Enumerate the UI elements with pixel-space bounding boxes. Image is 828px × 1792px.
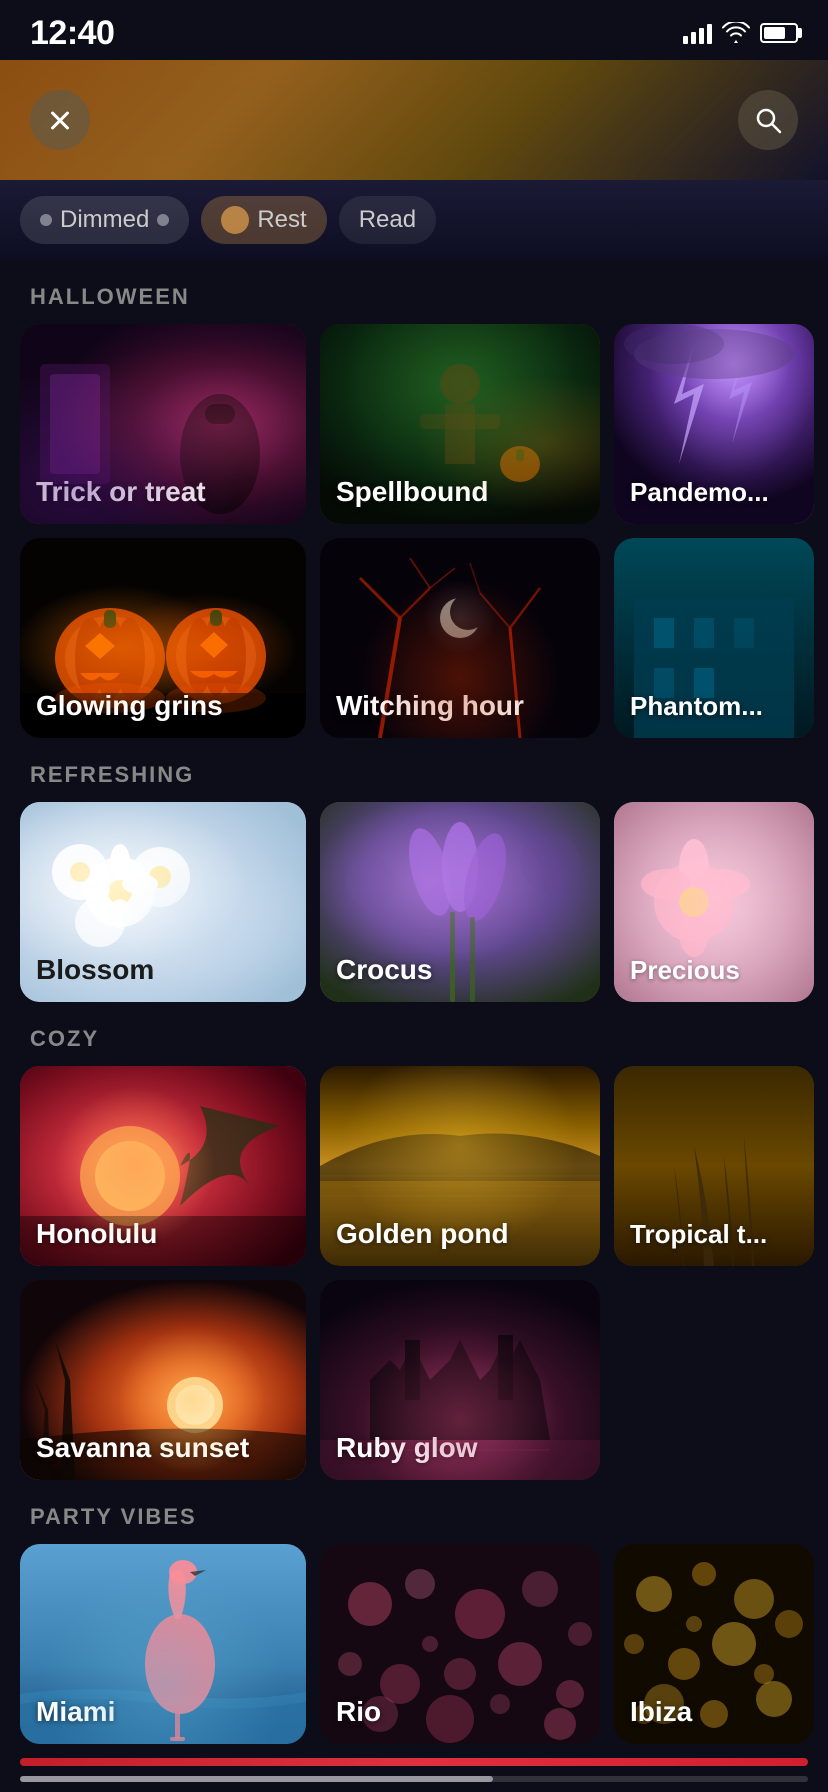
search-icon xyxy=(754,106,782,134)
card-pandemonium[interactable]: Pandemo... xyxy=(614,324,814,524)
search-button[interactable] xyxy=(738,90,798,150)
trick-decoration xyxy=(20,324,306,524)
scroll-bar xyxy=(20,1776,808,1782)
halloween-row-1: Trick or treat xyxy=(20,324,808,524)
card-ruby-label: Ruby glow xyxy=(336,1432,478,1464)
card-rio-label: Rio xyxy=(336,1696,381,1728)
cozy-section: COZY xyxy=(0,1026,828,1480)
honolulu-decoration xyxy=(20,1066,306,1266)
party-section: PARTY VIBES xyxy=(0,1504,828,1744)
card-phantom-label: Phantom... xyxy=(630,691,763,722)
cozy-row-2: Savanna sunset xyxy=(20,1280,808,1480)
witching-decoration xyxy=(320,538,600,738)
wifi-icon xyxy=(722,22,750,44)
filter-rest[interactable]: Rest xyxy=(201,196,326,244)
status-icons xyxy=(683,22,798,44)
close-button[interactable] xyxy=(30,90,90,150)
precious-decoration xyxy=(614,802,814,1002)
golden-decoration xyxy=(320,1066,600,1266)
bottom-bar xyxy=(20,1758,808,1766)
card-miami[interactable]: Miami xyxy=(20,1544,306,1744)
party-title: PARTY VIBES xyxy=(20,1504,808,1530)
card-ibiza[interactable]: Ibiza xyxy=(614,1544,814,1744)
card-honolulu-label: Honolulu xyxy=(36,1218,157,1250)
card-glowing-grins[interactable]: Glowing grins xyxy=(20,538,306,738)
filter-dimmed[interactable]: Dimmed xyxy=(20,196,189,244)
card-precious-label: Precious xyxy=(630,955,740,986)
card-witching-label: Witching hour xyxy=(336,690,524,722)
crocus-decoration xyxy=(320,802,600,1002)
glowing-decoration xyxy=(20,538,306,738)
ruby-decoration xyxy=(320,1280,600,1480)
card-witching-hour[interactable]: Witching hour xyxy=(320,538,600,738)
pandemonium-decoration xyxy=(614,324,814,524)
card-precious[interactable]: Precious xyxy=(614,802,814,1002)
cozy-row-1: Honolulu xyxy=(20,1066,808,1266)
card-trick-or-treat[interactable]: Trick or treat xyxy=(20,324,306,524)
card-miami-label: Miami xyxy=(36,1696,115,1728)
card-golden-label: Golden pond xyxy=(336,1218,509,1250)
card-trick-label: Trick or treat xyxy=(36,476,206,508)
card-honolulu[interactable]: Honolulu xyxy=(20,1066,306,1266)
signal-icon xyxy=(683,22,712,44)
card-rio[interactable]: Rio xyxy=(320,1544,600,1744)
card-ruby-glow[interactable]: Ruby glow xyxy=(320,1280,600,1480)
halloween-row-2: Glowing grins xyxy=(20,538,808,738)
card-tropical-label: Tropical t... xyxy=(630,1219,767,1250)
card-crocus-label: Crocus xyxy=(336,954,432,986)
spellbound-decoration xyxy=(320,324,600,524)
card-golden-pond[interactable]: Golden pond xyxy=(320,1066,600,1266)
scroll-fill xyxy=(20,1776,493,1782)
filter-read[interactable]: Read xyxy=(339,196,436,244)
card-phantom[interactable]: Phantom... xyxy=(614,538,814,738)
cozy-title: COZY xyxy=(20,1026,808,1052)
refreshing-section: REFRESHING xyxy=(0,762,828,1002)
blossom-decoration xyxy=(20,802,306,1002)
header-area xyxy=(0,60,828,180)
card-savanna-sunset[interactable]: Savanna sunset xyxy=(20,1280,306,1480)
party-row-1: Miami xyxy=(20,1544,808,1744)
card-savanna-label: Savanna sunset xyxy=(36,1432,249,1464)
miami-decoration xyxy=(20,1544,306,1744)
card-spellbound[interactable]: Spellbound xyxy=(320,324,600,524)
battery-icon xyxy=(760,23,798,43)
refreshing-row-1: Blossom xyxy=(20,802,808,1002)
halloween-title: HALLOWEEN xyxy=(20,284,808,310)
refreshing-title: REFRESHING xyxy=(20,762,808,788)
filter-row: Dimmed Rest Read xyxy=(0,180,828,260)
card-pandemonium-label: Pandemo... xyxy=(630,477,769,508)
savanna-decoration xyxy=(20,1280,306,1480)
card-blossom-label: Blossom xyxy=(36,954,154,986)
card-tropical[interactable]: Tropical t... xyxy=(614,1066,814,1266)
card-glowing-label: Glowing grins xyxy=(36,690,223,722)
card-spellbound-label: Spellbound xyxy=(336,476,488,508)
status-bar: 12:40 xyxy=(0,0,828,60)
card-ibiza-label: Ibiza xyxy=(630,1696,692,1728)
status-time: 12:40 xyxy=(30,14,114,53)
card-crocus[interactable]: Crocus xyxy=(320,802,600,1002)
card-blossom[interactable]: Blossom xyxy=(20,802,306,1002)
halloween-section: HALLOWEEN xyxy=(0,284,828,738)
